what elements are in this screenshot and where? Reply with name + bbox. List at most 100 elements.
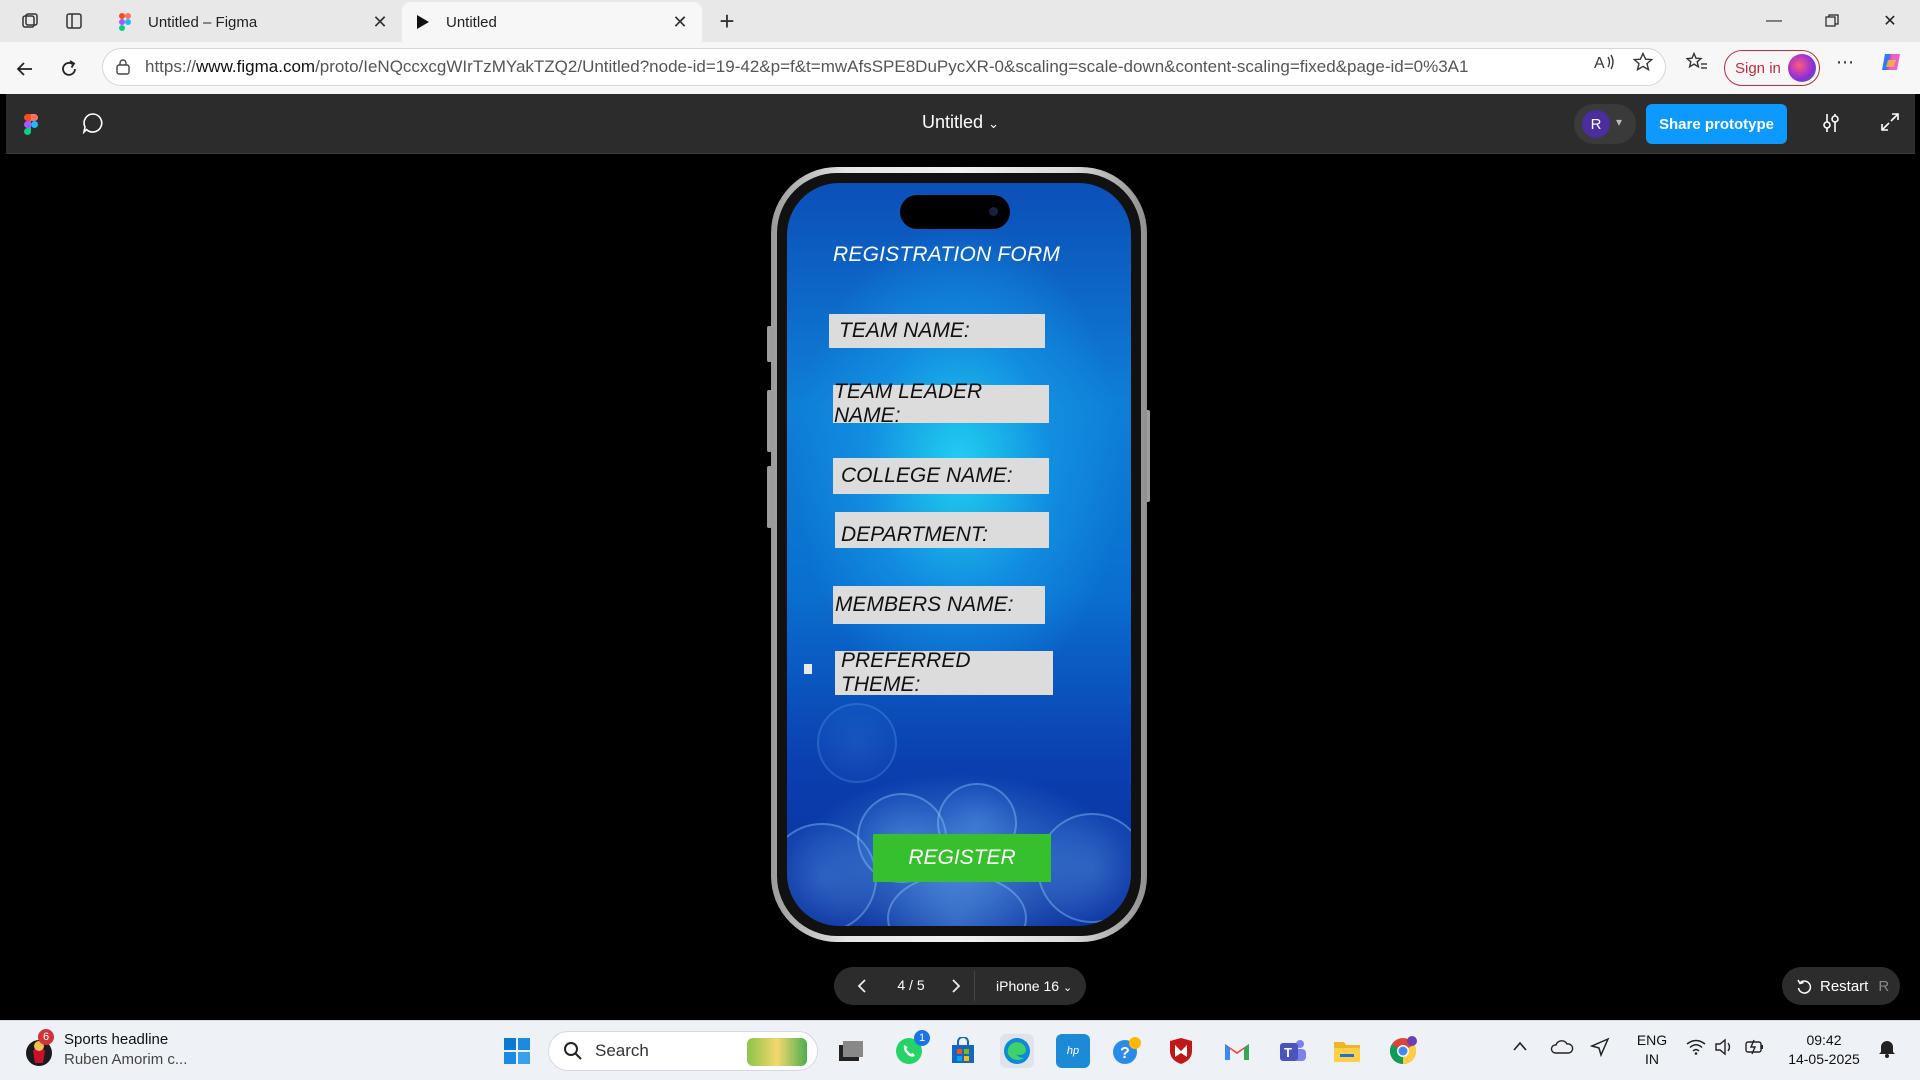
svg-text:T: T — [1284, 1045, 1292, 1060]
vertical-tabs-icon[interactable] — [60, 8, 88, 34]
clock[interactable]: 09:42 14-05-2025 — [1780, 1031, 1868, 1069]
tab-title: Untitled – Figma — [148, 13, 258, 31]
copilot-icon[interactable] — [1878, 51, 1904, 73]
task-view-icon[interactable] — [834, 1034, 868, 1068]
user-menu[interactable]: R ▾ — [1574, 104, 1636, 144]
new-tab-button[interactable]: + — [712, 6, 742, 36]
news-widget-icon[interactable]: 6 — [22, 1029, 56, 1069]
show-hidden-icons-icon[interactable] — [1512, 1039, 1528, 1057]
svg-text:A: A — [1594, 55, 1605, 71]
phone-screen: REGISTRATION FORM TEAM NAME: TEAM LEADER… — [787, 183, 1131, 926]
search-icon — [564, 1042, 582, 1060]
url-text: https://www.figma.com/proto/IeNQccxcgWIr… — [145, 57, 1469, 76]
tab-title: Untitled — [446, 13, 497, 31]
battery-icon[interactable] — [1744, 1038, 1766, 1061]
address-bar[interactable]: https://www.figma.com/proto/IeNQccxcgWIr… — [102, 48, 1666, 86]
location-icon[interactable] — [1589, 1037, 1610, 1062]
close-icon[interactable]: ✕ — [368, 10, 392, 34]
next-frame-button[interactable] — [946, 976, 966, 996]
clock-time: 09:42 — [1806, 1032, 1842, 1048]
favorites-icon[interactable] — [1684, 51, 1710, 73]
fullscreen-icon[interactable] — [1880, 112, 1900, 137]
prototype-pager: 4 / 5 iPhone 16 ⌄ — [834, 967, 1086, 1005]
wifi-icon[interactable] — [1686, 1039, 1706, 1060]
divider — [974, 971, 975, 1001]
profile-avatar — [1788, 54, 1816, 82]
workspaces-icon[interactable] — [16, 8, 44, 34]
minimize-button[interactable]: — — [1750, 6, 1798, 36]
restart-label: Restart — [1820, 977, 1869, 995]
tab-prototype[interactable]: Untitled ✕ — [402, 2, 702, 42]
news-title[interactable]: Sports headline — [64, 1031, 168, 1048]
site-info-icon[interactable] — [115, 59, 135, 75]
volume-icon[interactable] — [1714, 1038, 1734, 1061]
search-label: Search — [595, 1041, 649, 1060]
avatar: R — [1582, 110, 1610, 138]
windows-start-icon[interactable] — [500, 1034, 534, 1068]
taskbar-search[interactable]: Search — [548, 1031, 818, 1071]
news-badge: 6 — [38, 1029, 54, 1045]
windows-taskbar: 6 Sports headline Ruben Amorim c... Sear… — [0, 1020, 1920, 1080]
restart-shortcut: R — [1878, 977, 1890, 995]
figma-icon — [116, 13, 134, 31]
mcafee-icon[interactable] — [1164, 1034, 1198, 1068]
register-button[interactable]: REGISTER — [873, 834, 1051, 882]
input-language[interactable]: ENG IN — [1632, 1031, 1672, 1069]
help-icon[interactable]: ? — [1110, 1034, 1144, 1068]
reload-icon[interactable] — [54, 54, 84, 84]
myhp-icon[interactable]: hp — [1056, 1034, 1090, 1068]
clock-date: 14-05-2025 — [1788, 1051, 1860, 1067]
members-name-field[interactable]: MEMBERS NAME: — [833, 586, 1045, 624]
browser-tab-strip: Untitled – Figma ✕ Untitled ✕ + — ✕ — [0, 0, 1920, 42]
file-explorer-icon[interactable] — [1330, 1034, 1364, 1068]
whatsapp-badge: 1 — [914, 1030, 930, 1046]
store-icon[interactable] — [946, 1034, 980, 1068]
restart-button[interactable]: Restart R — [1782, 967, 1900, 1005]
read-aloud-icon[interactable]: A — [1592, 51, 1618, 73]
chrome-icon[interactable] — [1386, 1034, 1420, 1068]
onedrive-icon[interactable] — [1550, 1039, 1574, 1060]
close-icon[interactable]: ✕ — [668, 10, 692, 34]
decorative-bubble — [817, 703, 897, 783]
figma-toolbar: Untitled ⌄ R ▾ Share prototype — [6, 94, 1915, 154]
play-icon — [414, 13, 432, 31]
notifications-icon[interactable] — [1876, 1037, 1898, 1064]
edge-icon[interactable] — [1000, 1034, 1034, 1068]
restore-button[interactable] — [1808, 6, 1856, 36]
whatsapp-icon[interactable]: 1 — [892, 1030, 930, 1068]
restart-icon — [1797, 979, 1812, 994]
tab-figma-file[interactable]: Untitled – Figma ✕ — [104, 2, 402, 42]
sign-in-button[interactable]: Sign in — [1724, 50, 1820, 86]
team-name-field[interactable]: TEAM NAME: — [829, 314, 1045, 348]
cursor-indicator — [804, 664, 812, 674]
chevron-down-icon: ⌄ — [1062, 982, 1073, 994]
region-code: IN — [1645, 1051, 1659, 1067]
sign-in-label: Sign in — [1735, 59, 1781, 77]
favorite-star-icon[interactable] — [1630, 51, 1656, 73]
team-leader-name-field[interactable]: TEAM LEADER NAME: — [833, 380, 1049, 427]
browser-toolbar: https://www.figma.com/proto/IeNQccxcgWIr… — [0, 42, 1920, 94]
back-arrow-icon[interactable] — [10, 54, 40, 84]
svg-text:?: ? — [1120, 1045, 1130, 1062]
search-highlight-image — [747, 1038, 807, 1066]
phone-frame: REGISTRATION FORM TEAM NAME: TEAM LEADER… — [771, 167, 1147, 942]
form-title: REGISTRATION FORM — [833, 243, 1061, 266]
close-window-button[interactable]: ✕ — [1866, 6, 1914, 36]
college-name-field[interactable]: COLLEGE NAME: — [833, 458, 1049, 494]
previous-frame-button[interactable] — [852, 976, 872, 996]
device-selector[interactable]: iPhone 16 ⌄ — [996, 978, 1072, 994]
gmail-icon[interactable] — [1220, 1034, 1254, 1068]
news-subtitle[interactable]: Ruben Amorim c... — [64, 1051, 187, 1068]
chevron-down-icon: ▾ — [1616, 115, 1623, 129]
teams-icon[interactable]: T — [1276, 1034, 1310, 1068]
share-prototype-button[interactable]: Share prototype — [1646, 104, 1787, 144]
page-counter: 4 / 5 — [897, 977, 925, 993]
dynamic-island — [900, 195, 1010, 229]
department-field[interactable]: DEPARTMENT: — [835, 512, 1049, 548]
settings-sliders-icon[interactable] — [1820, 112, 1842, 139]
chevron-down-icon: ⌄ — [988, 116, 999, 131]
decorative-bubble — [1037, 813, 1131, 923]
language-code: ENG — [1636, 1032, 1668, 1048]
more-options-icon[interactable]: ⋯ — [1832, 51, 1858, 73]
preferred-theme-field[interactable]: PREFERRED THEME: — [835, 649, 1053, 696]
